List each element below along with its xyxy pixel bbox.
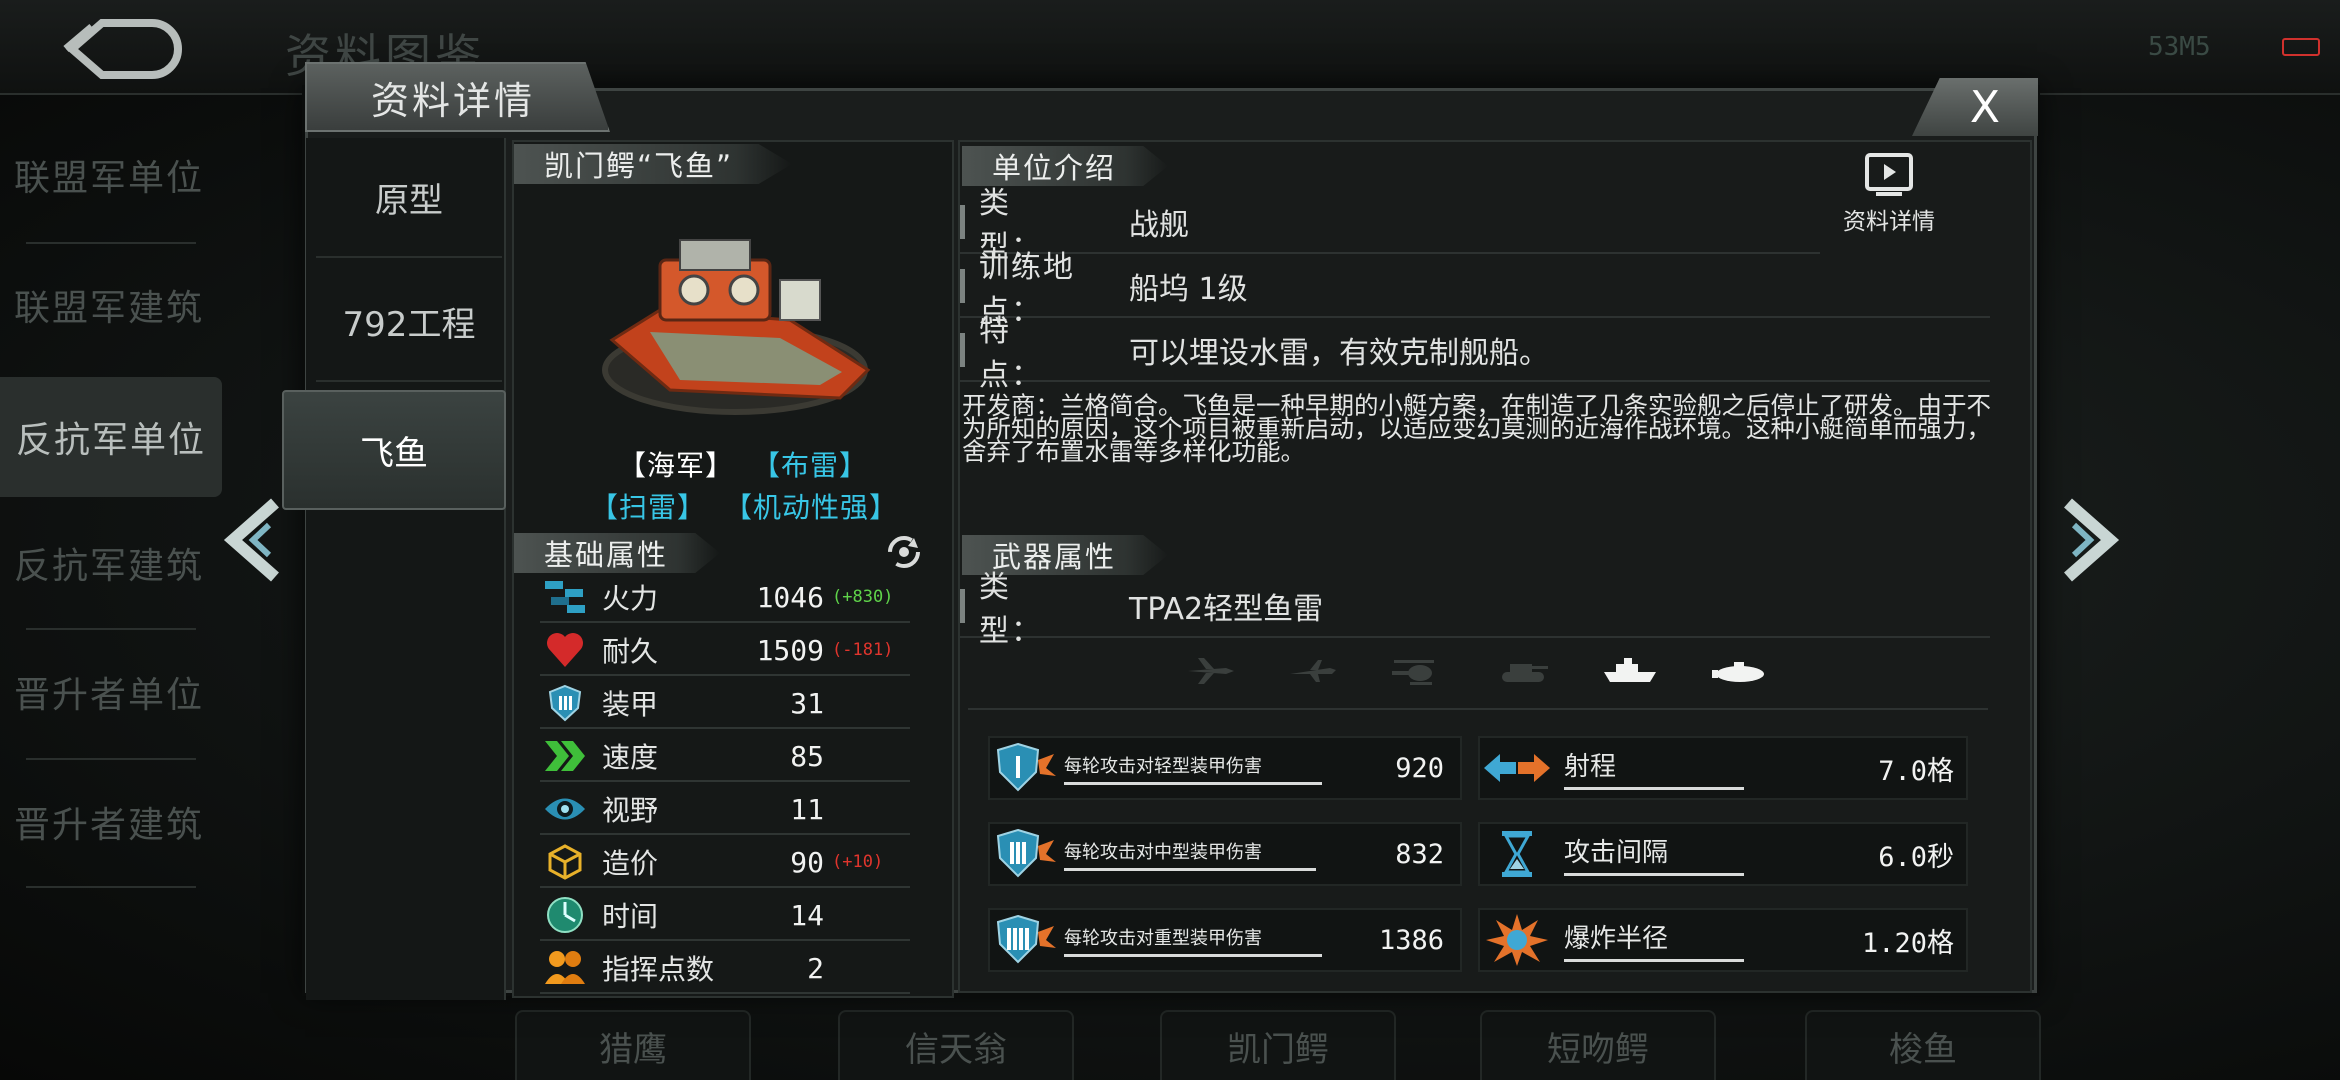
nav-rebel-units[interactable]: 反抗军单位 [0,377,222,497]
divider [26,758,196,760]
stat-row-firepower: 火力 1046 (+830) [540,573,910,623]
stat-row-command-points: 指挥点数 2 [540,944,910,994]
weapon-stat-heavy-armor: 每轮攻击对重型装甲伤害 1386 [988,908,1462,972]
submarine-icon [1712,662,1764,682]
variant-tab-792[interactable]: 792工程 [316,262,502,382]
screen: 资料图鉴 53M5 联盟军单位 联盟军建筑 反抗军单位 反抗军建筑 晋升者单位 … [0,0,2340,1080]
dialog-title: 资料详情 [305,62,610,132]
cube-icon [540,839,590,885]
next-arrow-button[interactable] [2048,495,2128,585]
weapon-stat-attack-interval: 攻击间隔 6.0秒 [1478,822,1968,886]
nav-rebel-buildings[interactable]: 反抗军建筑 [0,503,218,623]
stat-row-cost: 造价 90 (+10) [540,838,910,888]
refresh-icon [888,536,920,568]
nav-ascendant-units[interactable]: 晋升者单位 [0,632,218,752]
unit-name: 凯门鳄“飞鱼” [514,144,792,184]
weapon-stat-light-armor: 每轮攻击对轻型装甲伤害 920 [988,736,1462,800]
fighter-jet-icon [1188,658,1234,684]
unit-tab-barracuda[interactable]: 梭鱼 [1805,1010,2041,1080]
network-status: 53M5 [2148,32,2211,62]
unit-tag-navy: 【海军】 [618,449,735,482]
divider [26,242,196,244]
heavy-armor-icon [996,914,1056,964]
nav-alliance-buildings[interactable]: 联盟军建筑 [0,245,218,365]
variant-tab-prototype[interactable]: 原型 [316,138,502,258]
info-row-features: 特 点： 可以埋设水雷，有效克制舰船。 [960,314,1990,393]
unit-tag-minesweeper: 【扫雷】 [590,491,707,524]
unit-tab-falcon[interactable]: 猎鹰 [515,1010,751,1080]
back-button[interactable] [40,10,210,88]
people-icon [540,945,590,991]
explosion-icon [1486,914,1548,966]
hourglass-icon [1502,831,1532,877]
base-attributes-header: 基础属性 [514,533,720,573]
eye-icon [540,786,590,832]
helicopter-icon [1392,660,1434,685]
nav-ascendant-buildings[interactable]: 晋升者建筑 [0,762,218,882]
stat-row-durability: 耐久 1509 (-181) [540,626,910,676]
chevron-right-icon [2064,498,2120,582]
weapon-stat-blast-radius: 爆炸半径 1.20格 [1478,908,1968,972]
divider [26,886,196,888]
speed-icon [540,733,590,779]
stat-row-time: 时间 14 [540,891,910,941]
weapon-stat-range: 射程 7.0格 [1478,736,1968,800]
divider [26,628,196,630]
medium-armor-icon [996,828,1056,878]
unit-tag-high-mobility: 【机动性强】 [724,491,899,524]
heart-icon [540,627,590,673]
range-icon [1484,754,1550,782]
clock-icon [540,892,590,938]
divider [968,708,1988,710]
detail-video-button[interactable]: 资料详情 [1832,152,1946,248]
target-type-icons [1186,648,1766,694]
back-arrow-icon [63,19,182,79]
variant-tab-flying-fish[interactable]: 飞鱼 [282,390,506,510]
refresh-button[interactable] [884,532,924,572]
tank-icon [1502,664,1548,682]
play-video-icon [1865,153,1913,196]
shield-icon [540,680,590,726]
stat-row-armor: 装甲 31 [540,679,910,729]
unit-tag-minelayer: 【布雷】 [752,449,869,482]
ship-icon [1604,658,1656,682]
firepower-icon [540,574,590,620]
battery-icon [2282,38,2320,56]
weapon-stat-medium-armor: 每轮攻击对中型装甲伤害 832 [988,822,1462,886]
weapon-type-row: 类 型： TPA2轻型鱼雷 [960,570,1990,649]
stat-row-speed: 速度 85 [540,732,910,782]
nav-alliance-units[interactable]: 联盟军单位 [0,115,218,235]
airplane-icon [1290,660,1336,682]
unit-model-image [590,220,880,430]
light-armor-icon [996,742,1056,792]
unit-tab-alligator[interactable]: 短吻鳄 [1480,1010,1716,1080]
unit-tab-caiman[interactable]: 凯门鳄 [1160,1010,1396,1080]
unit-tab-albatross[interactable]: 信天翁 [838,1010,1074,1080]
stat-row-vision: 视野 11 [540,785,910,835]
unit-description: 开发商：兰格简合。飞鱼是一种早期的小艇方案，在制造了几条实验舰之后停止了研发。由… [962,391,1991,466]
